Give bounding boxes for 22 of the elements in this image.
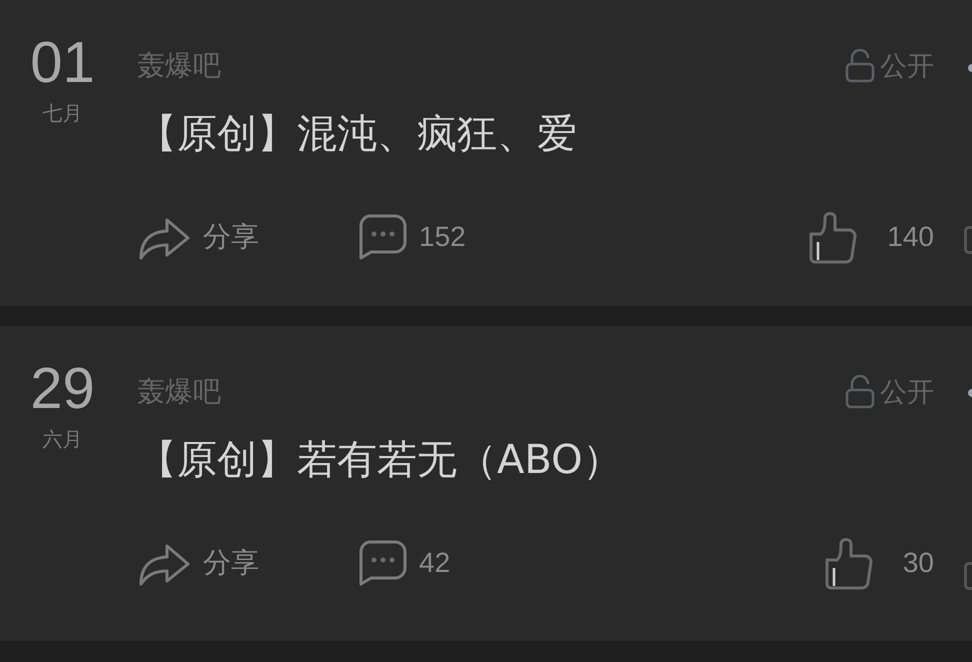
visibility-label: 公开	[880, 376, 934, 410]
post-title[interactable]: 【原创】若有若无（ABO）	[137, 436, 934, 484]
thumbs-up-icon[interactable]	[822, 536, 873, 590]
share-label[interactable]: 分享	[203, 544, 259, 582]
comment-icon[interactable]	[357, 214, 407, 260]
post-title[interactable]: 【原创】混沌、疯狂、爱	[137, 110, 934, 158]
lock-icon	[844, 49, 876, 83]
comment-count: 152	[419, 221, 466, 253]
post-month: 六月	[42, 426, 82, 453]
post-card[interactable]: 01 七月 轰爆吧 公开 【原创】混沌、疯狂、爱 分享 152 140	[0, 0, 972, 306]
comment-icon[interactable]	[357, 540, 407, 586]
thumbs-up-icon[interactable]	[807, 210, 858, 264]
like-count: 140	[887, 221, 934, 253]
like-count: 30	[902, 547, 934, 579]
visibility-label: 公开	[880, 50, 934, 84]
post-day: 01	[30, 34, 95, 92]
comment-count: 42	[419, 547, 450, 579]
share-label[interactable]: 分享	[203, 218, 259, 256]
post-card[interactable]: 29 六月 轰爆吧 公开 【原创】若有若无（ABO） 分享 42 30	[0, 326, 972, 641]
post-day: 29	[30, 360, 95, 418]
post-month: 七月	[42, 100, 82, 127]
lock-icon	[844, 375, 876, 409]
